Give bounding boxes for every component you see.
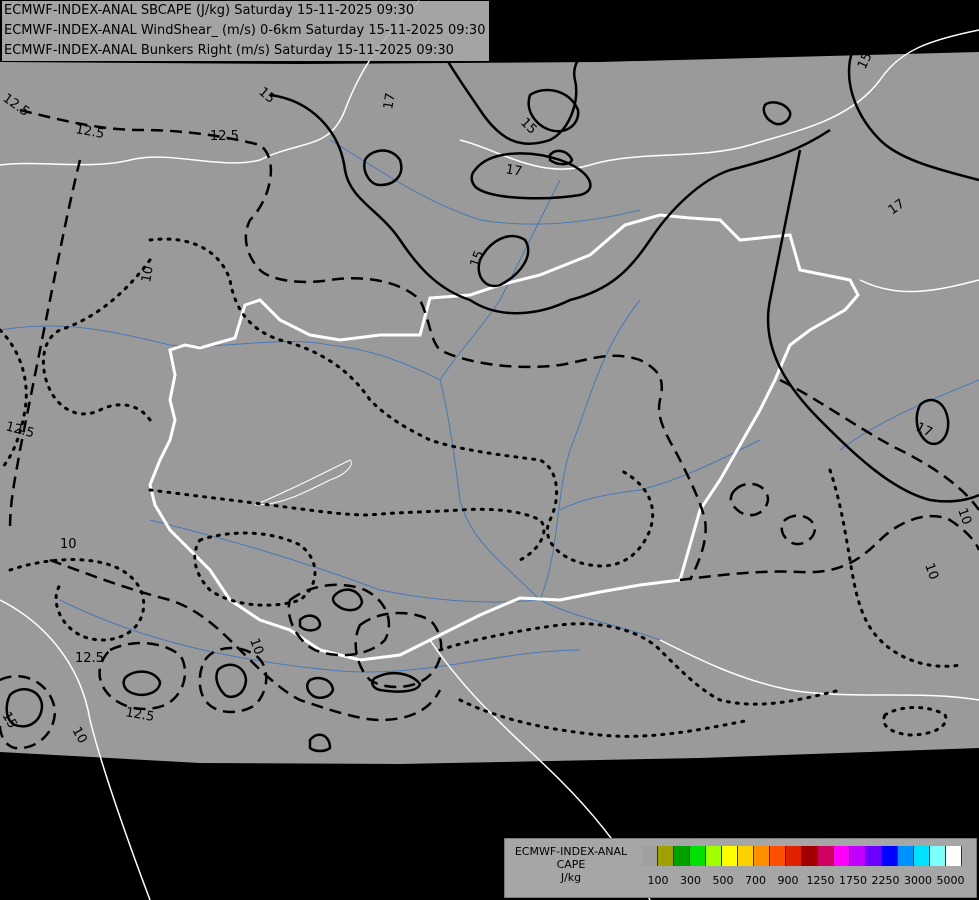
legend-swatch [866, 846, 882, 866]
legend-swatch [850, 846, 866, 866]
legend-swatch [802, 846, 818, 866]
title-bunkers: ECMWF-INDEX-ANAL Bunkers Right (m/s) Sat… [2, 41, 490, 61]
legend-model: ECMWF-INDEX-ANAL [514, 845, 628, 858]
contour-label: 10 [139, 265, 157, 284]
legend-color-bar [642, 846, 962, 866]
legend-unit: J/kg [560, 871, 582, 884]
legend-tick: 2250 [871, 874, 900, 887]
legend-tick: 3000 [904, 874, 932, 887]
legend-tick: 100 [647, 874, 669, 887]
legend-swatch [946, 846, 962, 866]
legend-swatch [930, 846, 946, 866]
title-block: ECMWF-INDEX-ANAL SBCAPE (J/kg) Saturday … [2, 1, 490, 61]
legend-swatch [818, 846, 834, 866]
legend-swatch [722, 846, 738, 866]
legend-tick-labels: 100 300 500 700 900 1250 1750 2250 3000 5000 [642, 874, 972, 888]
legend-swatch [786, 846, 802, 866]
legend-swatch [706, 846, 722, 866]
legend-swatch [914, 846, 930, 866]
legend-swatch [738, 846, 754, 866]
contour-label: 12.5 [210, 129, 239, 144]
title-sbcape: ECMWF-INDEX-ANAL SBCAPE (J/kg) Saturday … [2, 1, 490, 21]
legend-swatch [642, 846, 658, 866]
legend-tick: 500 [712, 874, 734, 887]
legend-tick: 900 [777, 874, 799, 887]
legend-swatch [770, 846, 786, 866]
legend-swatch [690, 846, 706, 866]
contour-label: 10 [60, 537, 77, 552]
legend-tick: 5000 [936, 874, 965, 887]
legend-swatch [882, 846, 898, 866]
legend-swatch [898, 846, 914, 866]
title-windshear: ECMWF-INDEX-ANAL WindShear_ (m/s) 0-6km … [2, 21, 490, 41]
contour-label: 17 [381, 92, 399, 111]
legend-swatch [754, 846, 770, 866]
legend-tick: 1750 [839, 874, 867, 887]
legend-label: ECMWF-INDEX-ANAL CAPE J/kg [509, 845, 633, 884]
contour-label: 12.5 [75, 651, 104, 666]
legend-tick: 1250 [806, 874, 835, 887]
legend-tick: 300 [680, 874, 701, 887]
cape-legend: ECMWF-INDEX-ANAL CAPE J/kg 100 300 500 700 9… [504, 838, 977, 898]
legend-swatch [658, 846, 674, 866]
legend-tick: 700 [745, 874, 766, 887]
weather-map: 15 12.5 12.5 12.5 17 15 17 15 15 17 10 1… [0, 0, 979, 900]
legend-swatch [834, 846, 850, 866]
legend-swatch [674, 846, 690, 866]
legend-param: CAPE [556, 858, 586, 871]
contour-label: 17 [504, 162, 523, 180]
